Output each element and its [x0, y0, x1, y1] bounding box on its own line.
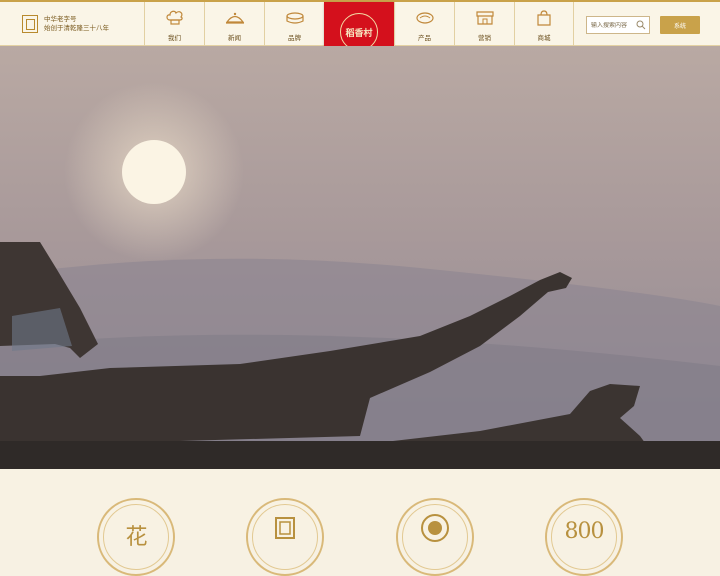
cloche-icon [225, 12, 244, 24]
nav-item-news[interactable]: 新闻 [204, 2, 264, 46]
seal-emblem-icon [421, 514, 449, 542]
badge-inner [252, 504, 318, 570]
nav-item-brand[interactable]: 品牌 [264, 2, 324, 46]
pastry-icon [415, 12, 434, 24]
main-nav: 我们 新闻 品牌 稻香村 产品 营销 商城 [144, 2, 574, 62]
search-icon[interactable] [636, 20, 646, 30]
nav-label: 新闻 [228, 34, 241, 42]
chef-hat-icon [165, 10, 183, 25]
nav-label: 商城 [537, 34, 551, 42]
hero-scene [0, 46, 720, 469]
nav-label: 营销 [478, 34, 491, 42]
hero-banner-image [0, 46, 720, 469]
brand-logo-icon [22, 15, 38, 33]
badge-inner: 800 [551, 504, 617, 570]
nav-item-about[interactable]: 我们 [144, 2, 204, 46]
badge-signature-icon: 花 [125, 525, 147, 550]
brand-text: 中华老字号 始创于清乾隆三十八年 [44, 15, 109, 33]
sun [122, 140, 186, 204]
nav-label: 我们 [168, 34, 181, 42]
nav-item-marketing[interactable]: 营销 [454, 2, 514, 46]
system-button[interactable]: 系统 [660, 16, 700, 34]
nav-label: 品牌 [288, 34, 301, 42]
brand-line-1: 中华老字号 [44, 15, 77, 23]
site-header: 中华老字号 始创于清乾隆三十八年 我们 新闻 品牌 稻香村 产品 营销 商城 输… [0, 0, 720, 62]
badge-seal[interactable] [396, 498, 474, 576]
nav-item-products[interactable]: 产品 [394, 2, 454, 46]
badge-inner: 花 [103, 504, 169, 570]
nav-label: 产品 [418, 34, 431, 42]
badges-section: 花 800 [0, 469, 720, 576]
badge-signature[interactable]: 花 [97, 498, 175, 576]
nav-item-mall[interactable]: 商城 [514, 2, 574, 46]
mooncake-icon [285, 12, 304, 24]
search-input[interactable] [591, 21, 635, 29]
badge-inner [402, 504, 468, 570]
logo-text: 稻香村 [345, 28, 373, 39]
brand-line-2: 始创于清乾隆三十八年 [44, 24, 109, 32]
shopping-bag-icon [537, 10, 551, 26]
brand-mark-icon [275, 517, 295, 539]
search-box [586, 16, 650, 34]
badge-brand-mark[interactable] [246, 498, 324, 576]
brand-block[interactable]: 中华老字号 始创于清乾隆三十八年 [22, 13, 109, 35]
badge-800-text: 800 [564, 519, 605, 544]
storefront-icon [475, 11, 494, 25]
badge-800[interactable]: 800 [545, 498, 623, 576]
